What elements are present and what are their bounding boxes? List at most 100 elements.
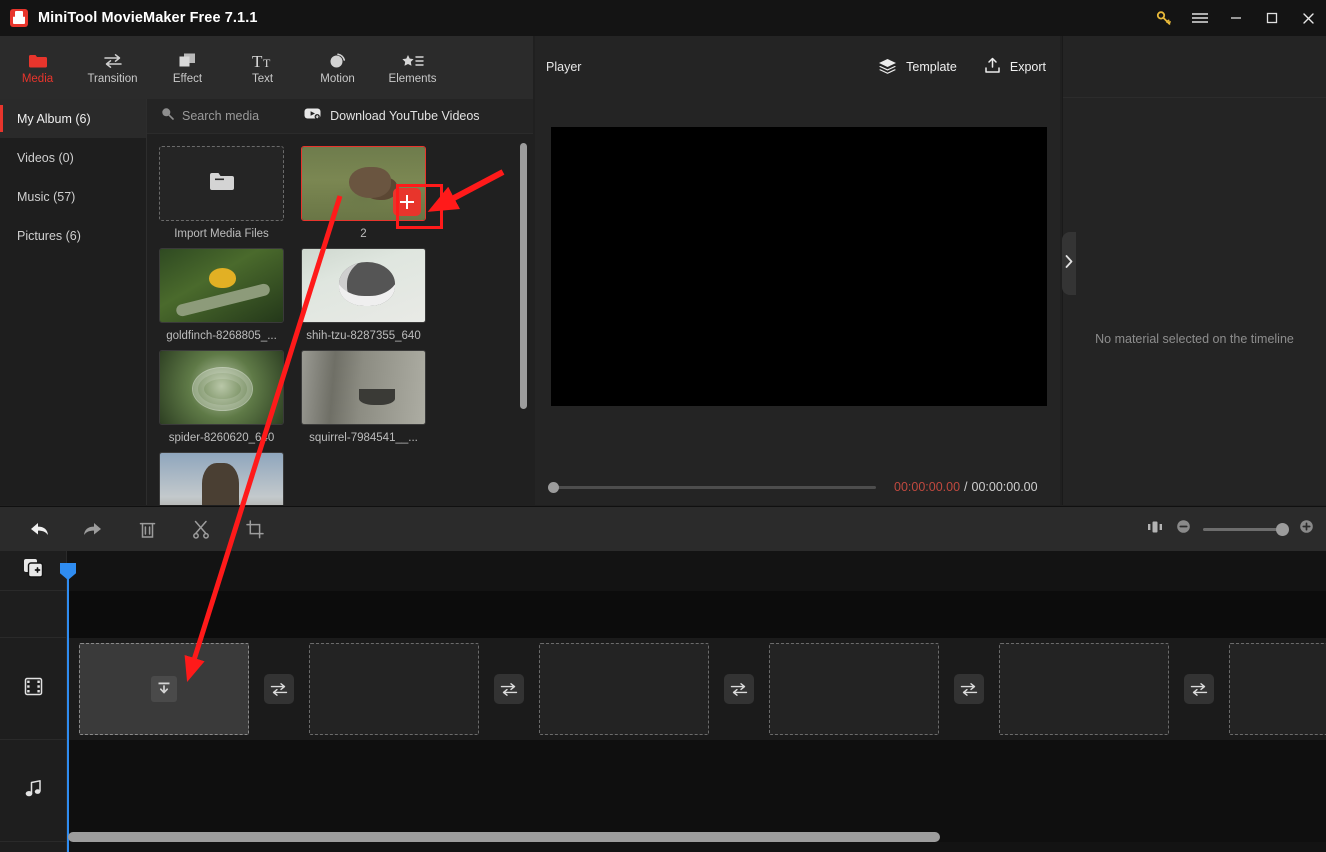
transition-slot-button[interactable] — [954, 674, 984, 704]
module-text[interactable]: T T Text — [225, 36, 300, 99]
transition-slot-button[interactable] — [494, 674, 524, 704]
drop-here-icon — [151, 676, 177, 702]
timeline-slot[interactable] — [1229, 643, 1326, 735]
highlight-box-add-button — [396, 184, 443, 229]
export-button[interactable]: Export — [984, 57, 1046, 77]
timeline-panel — [0, 551, 1326, 852]
module-label: Elements — [388, 73, 437, 86]
template-layers-icon — [878, 58, 897, 77]
sidebar-item-my-album[interactable]: My Album (6) — [0, 99, 146, 138]
redo-button[interactable] — [66, 507, 120, 552]
media-item-label: squirrel-7984541__... — [309, 432, 418, 444]
category-label: Pictures (6) — [17, 228, 81, 243]
timeline-slot[interactable] — [539, 643, 709, 735]
media-item[interactable] — [159, 452, 284, 505]
media-item[interactable]: squirrel-7984541__... — [301, 350, 426, 444]
media-library-panel: My Album (6) Videos (0) Music (57) Pictu… — [0, 99, 533, 505]
import-media-cell[interactable]: Import Media Files — [159, 146, 284, 240]
seek-slider[interactable] — [548, 481, 876, 493]
timeline-slot[interactable] — [769, 643, 939, 735]
menu-icon[interactable] — [1182, 0, 1218, 36]
search-input[interactable]: Search media — [161, 107, 259, 125]
player-header: Player Template Export — [535, 36, 1060, 98]
timeline-horizontal-scrollbar[interactable] — [68, 832, 940, 842]
zoom-in-icon[interactable] — [1299, 519, 1314, 539]
media-item[interactable]: shih-tzu-8287355_640 — [301, 248, 426, 342]
fit-timeline-icon[interactable] — [1146, 519, 1164, 540]
playhead[interactable] — [60, 563, 76, 852]
timeline-zoom-controls — [1146, 519, 1314, 540]
audio-track-header[interactable] — [0, 740, 66, 842]
sidebar-item-pictures[interactable]: Pictures (6) — [0, 216, 146, 255]
timeline-ruler[interactable] — [67, 591, 1326, 638]
window-controls — [1146, 0, 1326, 36]
download-youtube-button[interactable]: Download YouTube Videos — [304, 107, 480, 125]
elements-icon — [401, 49, 424, 69]
time-separator: / — [964, 480, 968, 494]
media-grid: Import Media Files 2 goldfinch-8268805_.… — [147, 134, 533, 505]
library-scrollbar[interactable] — [520, 143, 527, 409]
media-item[interactable]: goldfinch-8268805_... — [159, 248, 284, 342]
video-preview[interactable] — [551, 127, 1047, 406]
transition-slot-button[interactable] — [724, 674, 754, 704]
media-thumbnail[interactable] — [159, 350, 284, 425]
media-thumbnail[interactable] — [159, 452, 284, 505]
media-item-label: spider-8260620_640 — [168, 432, 275, 444]
delete-button[interactable] — [120, 507, 174, 552]
add-track-button[interactable] — [0, 551, 66, 591]
film-strip-icon — [24, 677, 43, 701]
timeline-slot[interactable] — [999, 643, 1169, 735]
collapse-panel-button[interactable] — [1062, 232, 1076, 295]
ruler-header — [0, 591, 66, 638]
transition-slot-button[interactable] — [1184, 674, 1214, 704]
timeline-zoom-slider[interactable] — [1203, 522, 1289, 536]
category-label: My Album (6) — [17, 111, 91, 126]
player-title: Player — [546, 60, 582, 74]
key-icon[interactable] — [1146, 0, 1182, 36]
minimize-icon[interactable] — [1218, 0, 1254, 36]
title-bar: MiniTool MovieMaker Free 7.1.1 — [0, 0, 1326, 36]
seek-handle[interactable] — [548, 481, 559, 493]
module-transition[interactable]: Transition — [75, 36, 150, 99]
media-thumbnail[interactable] — [301, 350, 426, 425]
motion-icon — [328, 49, 348, 69]
player-actions: Template Export — [878, 57, 1046, 77]
split-button[interactable] — [174, 507, 228, 552]
effect-icon — [178, 49, 197, 69]
music-note-icon — [24, 779, 43, 803]
sidebar-item-music[interactable]: Music (57) — [0, 177, 146, 216]
text-icon: T T — [252, 49, 274, 69]
timeline-zoom-handle[interactable] — [1276, 522, 1289, 536]
video-track[interactable] — [67, 638, 1326, 740]
app-window: MiniTool MovieMaker Free 7.1.1 Media Tra… — [0, 0, 1326, 852]
media-item[interactable]: spider-8260620_640 — [159, 350, 284, 444]
maximize-icon[interactable] — [1254, 0, 1290, 36]
zoom-out-icon[interactable] — [1176, 519, 1191, 539]
sidebar-item-videos[interactable]: Videos (0) — [0, 138, 146, 177]
import-media-dropzone[interactable] — [159, 146, 284, 221]
media-grid-scroll[interactable]: Import Media Files 2 goldfinch-8268805_.… — [147, 134, 533, 505]
crop-button[interactable] — [228, 507, 282, 552]
properties-panel: No material selected on the timeline — [1062, 36, 1326, 505]
media-thumbnail[interactable] — [159, 248, 284, 323]
folder-icon — [209, 171, 235, 197]
library-content: Search media Download YouTube Videos Imp… — [147, 99, 533, 505]
module-media[interactable]: Media — [0, 36, 75, 99]
transition-slot-button[interactable] — [264, 674, 294, 704]
thumbnail-image — [160, 249, 283, 322]
media-thumbnail[interactable] — [301, 248, 426, 323]
module-elements[interactable]: Elements — [375, 36, 450, 99]
video-track-header[interactable] — [0, 638, 66, 740]
undo-button[interactable] — [12, 507, 66, 552]
properties-panel-header — [1063, 36, 1326, 98]
timeline-slot[interactable] — [79, 643, 249, 735]
audio-track[interactable] — [67, 740, 1326, 842]
timeline-slot[interactable] — [309, 643, 479, 735]
close-icon[interactable] — [1290, 0, 1326, 36]
module-label: Media — [21, 73, 54, 86]
library-toolbar: Search media Download YouTube Videos — [147, 99, 533, 134]
template-button[interactable]: Template — [878, 58, 957, 77]
module-motion[interactable]: Motion — [300, 36, 375, 99]
module-effect[interactable]: Effect — [150, 36, 225, 99]
folder-icon — [28, 49, 48, 69]
